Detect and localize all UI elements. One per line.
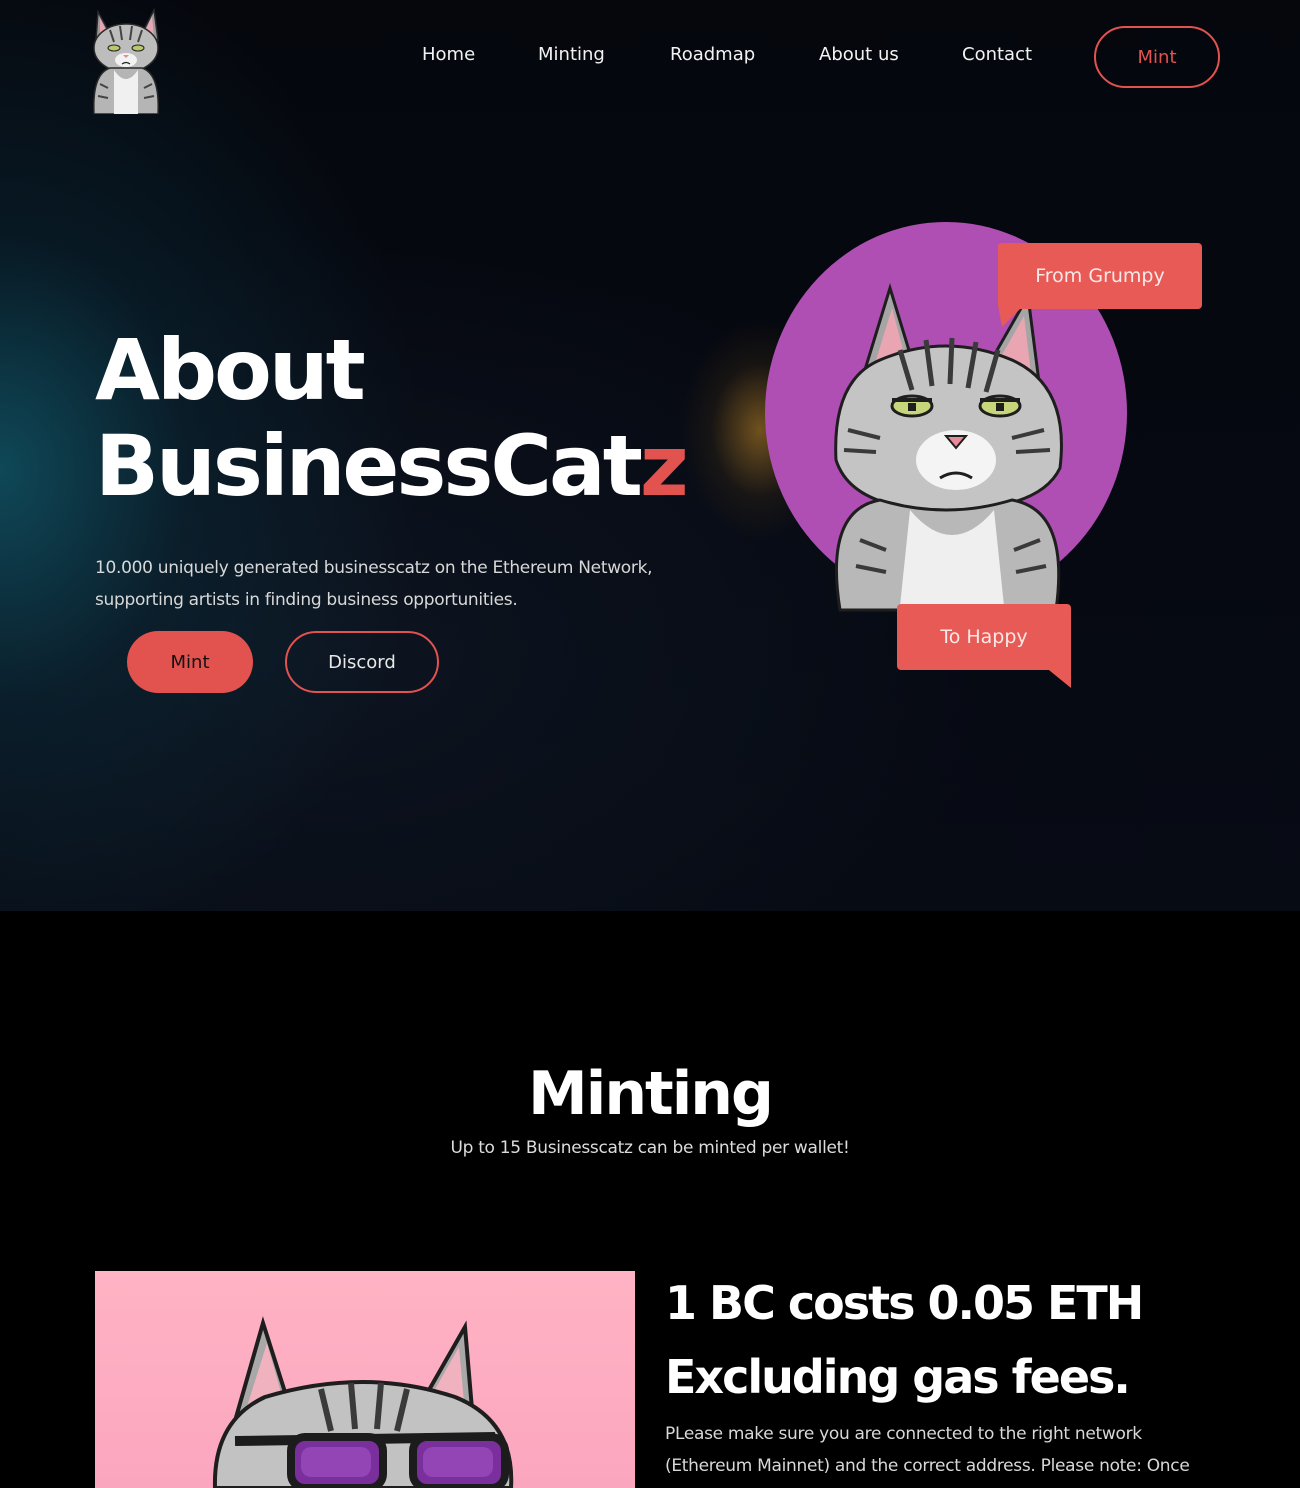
hero-title-line1: About [95,321,366,419]
nav-minting-link[interactable]: Minting [538,44,605,65]
nav-about-link[interactable]: About us [819,44,899,65]
hero-section: Home Minting Roadmap About us Contact Mi… [0,0,1300,911]
hero-title-accent: z [639,417,689,515]
bubble-tail-top-icon [998,305,1024,327]
hero-title: About BusinessCatz [95,321,689,515]
nav-contact-link[interactable]: Contact [962,44,1032,65]
nav-home-link[interactable]: Home [422,44,475,65]
hero-title-line2: BusinessCat [95,417,643,515]
speech-bubble-bottom: To Happy [897,604,1071,670]
nav-mint-button[interactable]: Mint [1094,26,1220,88]
main-nav: Home Minting Roadmap About us Contact Mi… [0,0,1300,114]
minting-subtitle: Up to 15 Businesscatz can be minted per … [450,1138,850,1158]
nav-roadmap-link[interactable]: Roadmap [670,44,755,65]
price-heading: 1 BC costs 0.05 ETH [665,1276,1144,1330]
hero-description: 10.000 uniquely generated businesscatz o… [95,558,653,610]
gas-fee-heading: Excluding gas fees. [665,1350,1131,1404]
bubble-tail-bottom-icon [1044,666,1071,688]
cat-sunglasses-illustration [95,1271,635,1488]
hero-mint-button[interactable]: Mint [127,631,253,693]
hero-discord-button[interactable]: Discord [285,631,439,693]
minting-title: Minting [528,1059,774,1129]
page: Home Minting Roadmap About us Contact Mi… [0,0,1300,1488]
speech-bubble-top: From Grumpy [998,243,1202,309]
network-notice: PLease make sure you are connected to th… [665,1424,1190,1476]
